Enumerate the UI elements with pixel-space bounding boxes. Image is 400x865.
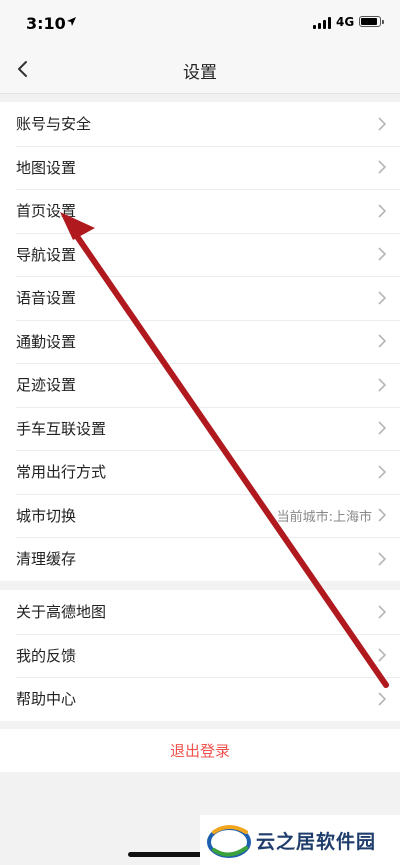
watermark-text: 云之居软件园 [256,830,377,853]
row-label: 语音设置 [16,289,77,308]
settings-group-about: 关于高德地图 我的反馈 帮助中心 [0,590,400,721]
row-label: 关于高德地图 [16,603,107,622]
chevron-right-icon [378,465,386,479]
nav-bar: 设置 [0,44,400,94]
chevron-right-icon [378,204,386,218]
logout-button[interactable]: 退出登录 [0,729,400,772]
row-clear-cache[interactable]: 清理缓存 [0,537,400,581]
chevron-right-icon [378,378,386,392]
row-label: 我的反馈 [16,646,77,665]
row-feedback[interactable]: 我的反馈 [0,633,400,678]
watermark-logo-icon [207,825,251,858]
chevron-right-icon [378,117,386,131]
chevron-right-icon [378,421,386,435]
chevron-right-icon [378,692,386,706]
chevron-right-icon [378,648,386,662]
signal-icon [313,17,333,29]
row-label: 足迹设置 [16,376,77,395]
row-home-settings[interactable]: 首页设置 [0,189,400,233]
row-label: 地图设置 [16,158,77,177]
row-help-center[interactable]: 帮助中心 [0,677,400,721]
row-map-settings[interactable]: 地图设置 [0,145,400,190]
row-car-link-settings[interactable]: 手车互联设置 [0,406,400,451]
chevron-right-icon [378,552,386,566]
row-city-switch[interactable]: 城市切换 当前城市:上海市 [0,493,400,538]
row-label: 常用出行方式 [16,463,107,482]
battery-icon [359,16,384,27]
status-bar: 3:10 4G [0,0,400,44]
row-label: 手车互联设置 [16,419,107,438]
location-arrow-icon [67,17,76,26]
row-commute-settings[interactable]: 通勤设置 [0,319,400,364]
row-label: 导航设置 [16,245,77,264]
row-label: 通勤设置 [16,332,77,351]
row-label: 首页设置 [16,202,77,221]
row-label: 账号与安全 [16,115,92,134]
chevron-right-icon [378,160,386,174]
status-time: 3:10 [26,14,66,33]
watermark: 云之居软件园 [200,815,400,865]
row-navigation-settings[interactable]: 导航设置 [0,232,400,277]
settings-group-main: 账号与安全 地图设置 首页设置 导航设置 语音设置 通勤设置 足迹设置 手车互联… [0,102,400,581]
chevron-right-icon [378,247,386,261]
row-label: 帮助中心 [16,690,77,709]
row-travel-mode[interactable]: 常用出行方式 [0,450,400,494]
chevron-right-icon [378,334,386,348]
chevron-right-icon [378,291,386,305]
row-account-security[interactable]: 账号与安全 [0,102,400,146]
row-label: 城市切换 [16,506,77,525]
page-title: 设置 [183,63,217,83]
chevron-right-icon [378,605,386,619]
row-voice-settings[interactable]: 语音设置 [0,276,400,320]
row-label: 清理缓存 [16,550,77,569]
logout-group: 退出登录 [0,729,400,772]
chevron-right-icon [378,508,386,522]
current-city-value: 当前城市:上海市 [276,509,372,525]
row-footprint-settings[interactable]: 足迹设置 [0,363,400,407]
row-about-amap[interactable]: 关于高德地图 [0,590,400,634]
network-label: 4G [336,15,355,29]
